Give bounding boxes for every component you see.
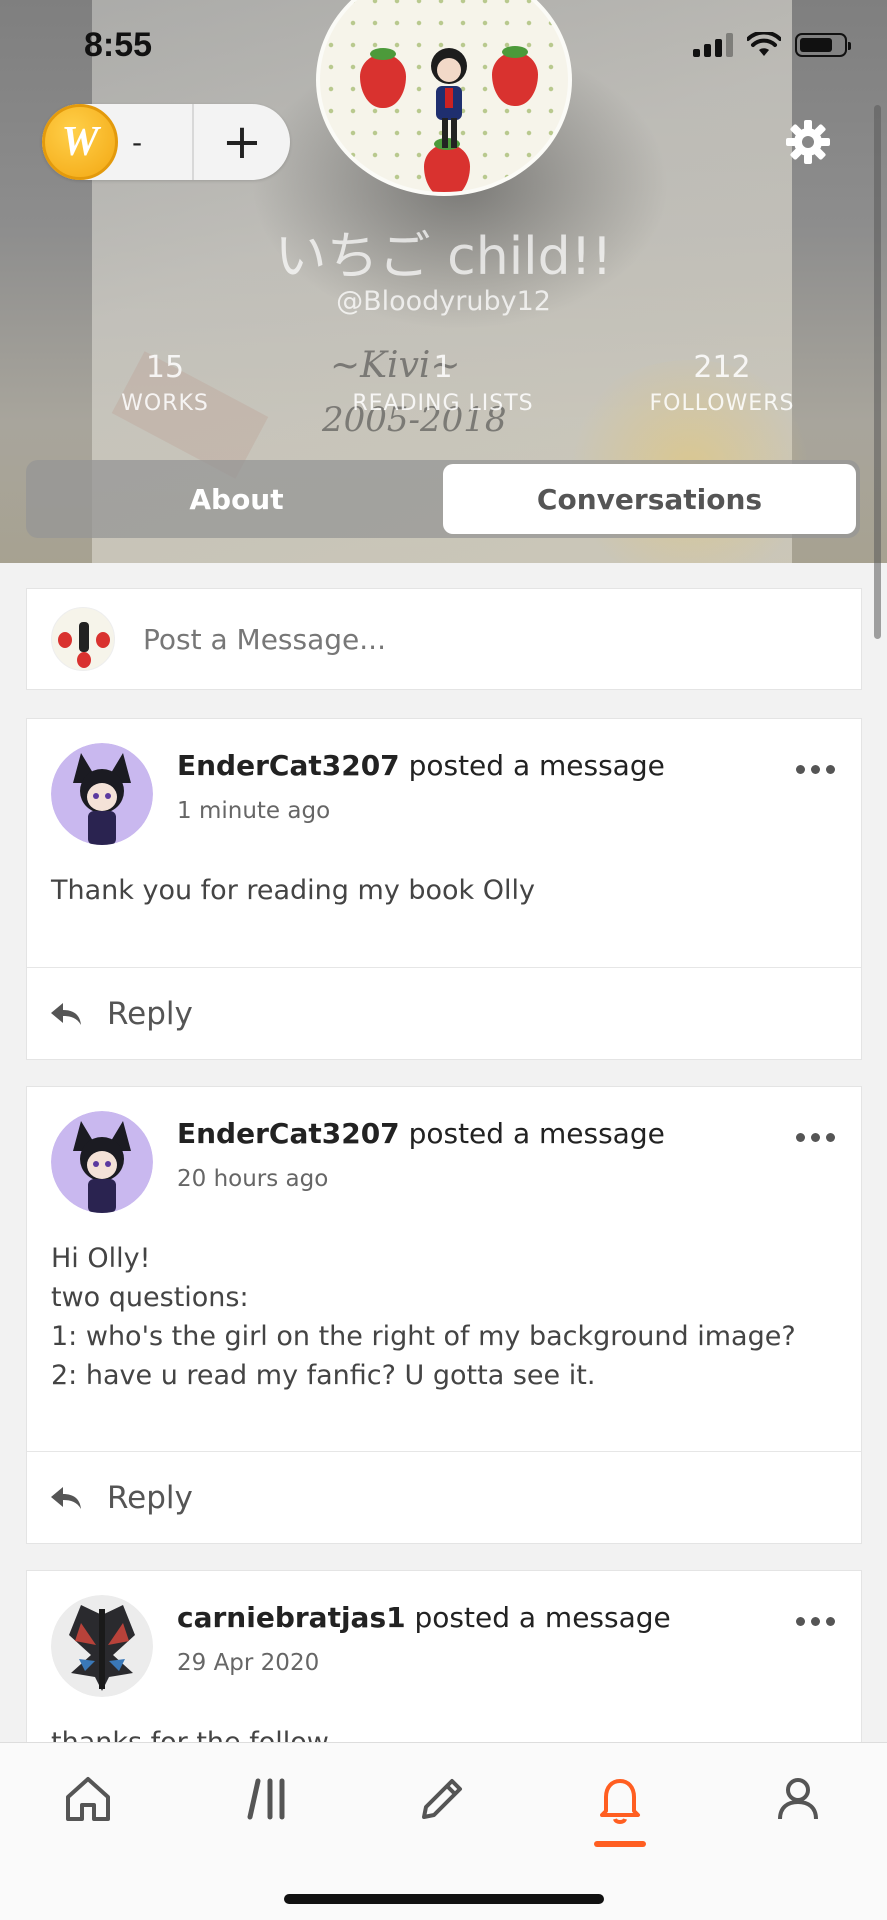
stat-value: 1	[433, 350, 453, 385]
profile-avatar[interactable]	[316, 0, 572, 196]
profile-header: ~Kivi~ 2005-2018 8:55 W - + いちご child!! …	[0, 0, 887, 563]
stat-reading-lists[interactable]: 1 READING LISTS	[333, 350, 553, 416]
reply-button[interactable]: Reply	[27, 1451, 861, 1543]
avatar[interactable]	[51, 1111, 153, 1213]
nav-notifications[interactable]	[580, 1773, 660, 1833]
nav-write[interactable]	[402, 1773, 482, 1833]
status-time: 8:55	[84, 26, 153, 64]
stat-works[interactable]: 15 WORKS	[55, 350, 275, 416]
message-line: 2: have u read my fanfic? U gotta see it…	[51, 1360, 596, 1391]
status-icons	[693, 32, 851, 58]
coin-wallet[interactable]: W - +	[42, 104, 290, 180]
message-body: Hi Olly! two questions: 1: who's the gir…	[51, 1239, 796, 1395]
stat-label: WORKS	[121, 391, 209, 416]
more-options-icon[interactable]	[796, 1133, 835, 1142]
message-title: EnderCat3207 posted a message	[177, 1117, 665, 1150]
message-line: Hi Olly!	[51, 1243, 151, 1274]
profile-tabs: About Conversations	[26, 460, 860, 538]
write-icon	[422, 1779, 462, 1819]
more-options-icon[interactable]	[796, 765, 835, 774]
message-line: Thank you for reading my book Olly	[51, 875, 536, 906]
nav-profile[interactable]	[758, 1773, 838, 1833]
avatar[interactable]	[51, 1595, 153, 1697]
wifi-icon	[747, 32, 781, 56]
message-card: EnderCat3207 posted a message 1 minute a…	[26, 718, 862, 1060]
message-author[interactable]: carniebratjas1	[177, 1601, 406, 1634]
message-title: carniebratjas1 posted a message	[177, 1601, 671, 1634]
message-timestamp: 1 minute ago	[177, 798, 331, 824]
nav-library[interactable]	[228, 1773, 308, 1833]
home-indicator[interactable]	[284, 1894, 604, 1904]
reply-arrow-icon	[51, 1002, 81, 1025]
message-title: EnderCat3207 posted a message	[177, 749, 665, 782]
notifications-icon	[600, 1779, 640, 1824]
buy-coins-button[interactable]: +	[194, 118, 290, 166]
message-composer[interactable]: Post a Message...	[26, 588, 862, 690]
display-name: いちご child!!	[274, 227, 613, 287]
stat-value: 15	[145, 350, 185, 385]
stat-label: FOLLOWERS	[649, 391, 795, 416]
message-timestamp: 29 Apr 2020	[177, 1650, 320, 1676]
stat-value: 212	[693, 350, 751, 385]
message-timestamp: 20 hours ago	[177, 1166, 329, 1192]
reply-arrow-icon	[51, 1486, 81, 1509]
tab-about[interactable]: About	[30, 464, 443, 534]
message-card: EnderCat3207 posted a message 20 hours a…	[26, 1086, 862, 1544]
profile-icon	[778, 1778, 818, 1820]
chibi-character-icon	[431, 48, 467, 148]
stat-label: READING LISTS	[352, 391, 534, 416]
signal-icon	[693, 33, 733, 57]
scrollbar[interactable]	[874, 105, 881, 639]
coin-icon: W	[42, 104, 118, 180]
post-message-input[interactable]: Post a Message...	[143, 623, 386, 656]
nav-home[interactable]	[48, 1773, 128, 1833]
message-body: Thank you for reading my book Olly	[51, 871, 535, 910]
message-action: posted a message	[408, 749, 665, 782]
settings-gear-icon[interactable]	[784, 118, 832, 166]
message-line: 1: who's the girl on the right of my bac…	[51, 1321, 796, 1352]
reply-button[interactable]: Reply	[27, 967, 861, 1059]
avatar	[51, 607, 115, 671]
home-icon	[66, 1777, 110, 1821]
message-line: two questions:	[51, 1282, 249, 1313]
tab-conversations[interactable]: Conversations	[443, 464, 856, 534]
active-tab-indicator	[594, 1841, 646, 1847]
coin-count: -	[132, 125, 143, 159]
username: @Bloodyruby12	[336, 286, 551, 317]
message-action: posted a message	[408, 1117, 665, 1150]
reply-label: Reply	[107, 995, 193, 1032]
more-options-icon[interactable]	[796, 1617, 835, 1626]
reply-label: Reply	[107, 1479, 193, 1516]
message-author[interactable]: EnderCat3207	[177, 1117, 400, 1150]
avatar[interactable]	[51, 743, 153, 845]
battery-icon	[795, 33, 851, 57]
stat-followers[interactable]: 212 FOLLOWERS	[612, 350, 832, 416]
message-author[interactable]: EnderCat3207	[177, 749, 400, 782]
library-icon	[247, 1778, 285, 1820]
message-action: posted a message	[414, 1601, 671, 1634]
